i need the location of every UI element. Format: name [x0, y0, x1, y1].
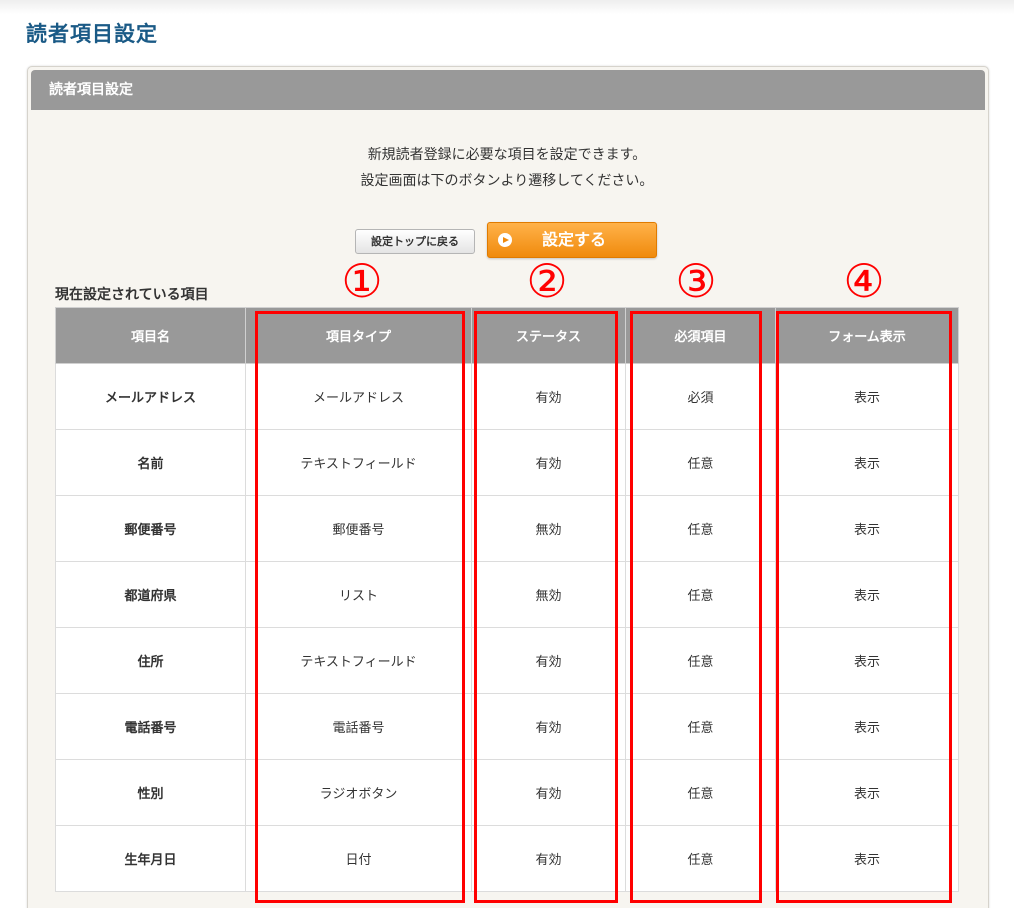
play-icon: [498, 233, 512, 247]
cell-item-name: 性別: [55, 759, 246, 826]
cell-item-name: 名前: [55, 429, 246, 496]
table-caption: 現在設定されている項目: [55, 287, 209, 303]
annotation-box-required: [630, 311, 762, 903]
annotation-number-2: ②: [526, 254, 568, 308]
intro-line-1: 新規読者登録に必要な項目を設定できます。: [367, 147, 647, 163]
intro-line-2: 設定画面は下のボタンより遷移してください。: [360, 173, 654, 189]
cell-item-name: 電話番号: [55, 693, 246, 760]
intro-text: 新規読者登録に必要な項目を設定できます。 設定画面は下のボタンより遷移してくださ…: [0, 142, 1014, 194]
cell-item-name: 郵便番号: [55, 495, 246, 562]
cell-item-name: 都道府県: [55, 561, 246, 628]
top-shadow-bar: [0, 0, 1014, 14]
cell-item-name: メールアドレス: [55, 363, 246, 430]
annotation-number-1: ①: [341, 254, 383, 308]
annotation-box-form-display: [776, 311, 952, 903]
header-item-name: 項目名: [55, 307, 246, 364]
annotation-number-4: ④: [843, 254, 885, 308]
set-button-label: 設定する: [542, 230, 607, 249]
annotation-box-status: [474, 311, 618, 903]
back-to-settings-top-button[interactable]: 設定トップに戻る: [355, 229, 475, 254]
panel-heading: 読者項目設定: [31, 70, 985, 110]
annotation-box-item-type: [255, 311, 465, 903]
page-title: 読者項目設定: [26, 22, 158, 46]
cell-item-name: 生年月日: [55, 825, 246, 892]
annotation-number-3: ③: [675, 254, 717, 308]
cell-item-name: 住所: [55, 627, 246, 694]
